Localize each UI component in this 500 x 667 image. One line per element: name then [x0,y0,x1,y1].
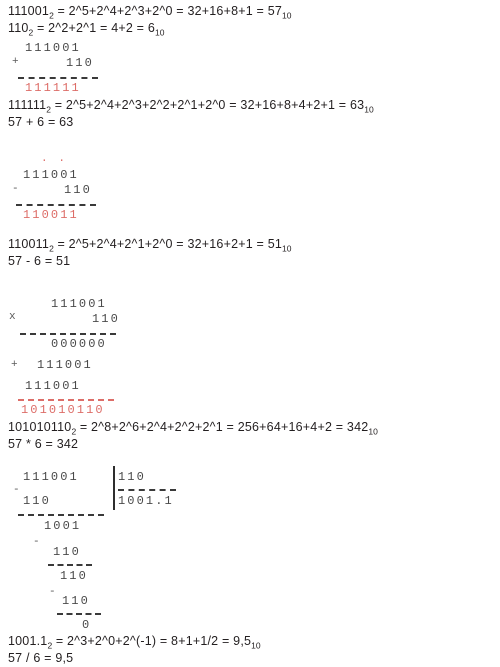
conversion-line-111001: 1110012 = 2^5+2^4+2^3+2^0 = 32+16+8+1 = … [8,4,292,23]
conversion-line-110: 1102 = 2^2+2^1 = 4+2 = 610 [8,21,164,40]
addition-operator: + [12,56,19,68]
division-remainder-1: 1001 [44,519,82,533]
addition-verification-line: 1111112 = 2^5+2^4+2^3+2^2+2^1+2^0 = 32+1… [8,98,374,117]
addition-result-value: 111111 [8,98,47,112]
conversion-2-result-base: 10 [155,27,165,38]
conversion-1-result-base: 10 [282,10,292,21]
addition-operand-2: 110 [66,56,94,70]
division-rule-1 [18,514,104,516]
multiplication-partial-1: 000000 [51,337,107,351]
subtraction-rule [16,204,96,206]
subtraction-result-dec-base: 10 [282,243,292,254]
subtraction-verification-line: 1100112 = 2^5+2^4+2^1+2^0 = 32+16+2+1 = … [8,237,292,256]
division-result-expansion: = 2^3+2^0+2^(-1) = 8+1+1/2 = 9,5 [52,634,252,648]
subtraction-operator: - [12,183,19,195]
addition-operand-1: 111001 [25,41,81,55]
conversion-1-value: 111001 [8,4,50,18]
conversion-1-expansion: = 2^5+2^4+2^3+2^0 = 32+16+8+1 = 57 [53,4,283,18]
addition-result: 111111 [25,81,81,95]
multiplication-partial-3: 111001 [25,379,81,393]
multiplication-result-expansion: = 2^8+2^6+2^4+2^2+2^1 = 256+64+16+4+2 = … [76,420,369,434]
subtraction-result: 110011 [23,208,79,222]
division-minus-3: - [49,586,56,598]
multiplication-rule-2 [18,399,114,401]
subtraction-result-value: 110011 [8,237,50,251]
division-vertical-bar [113,466,115,510]
division-dividend: 111001 [23,470,79,484]
multiplication-plus-operator: + [11,359,18,371]
worksheet-page: 1110012 = 2^5+2^4+2^3+2^0 = 32+16+8+1 = … [0,0,500,667]
division-subtrahend-1: 110 [23,494,51,508]
conversion-2-expansion: = 2^2+2^1 = 4+2 = 6 [33,21,155,35]
division-subtrahend-3: 110 [62,594,90,608]
division-minus-2: - [33,536,40,548]
subtraction-result-expansion: = 2^5+2^4+2^1+2^0 = 32+16+2+1 = 51 [53,237,283,251]
division-minus-1: - [13,484,20,496]
division-check: 57 / 6 = 9,5 [8,651,74,665]
division-verification-line: 1001.12 = 2^3+2^0+2^(-1) = 8+1+1/2 = 9,5… [8,634,261,653]
conversion-2-value: 110 [8,21,29,35]
division-rule-3 [57,613,101,615]
multiplication-check: 57 * 6 = 342 [8,437,79,451]
division-remainder-3: 0 [82,618,92,632]
multiplication-operand-2: 110 [92,312,120,326]
division-result-dec-base: 10 [251,640,261,651]
division-quotient-rule [118,489,176,491]
multiplication-verification-line: 1010101102 = 2^8+2^6+2^4+2^2+2^1 = 256+6… [8,420,378,439]
multiplication-operand-1: 111001 [51,297,107,311]
addition-result-dec-base: 10 [364,104,374,115]
division-quotient: 1001.1 [118,494,174,508]
subtraction-operand-1: 111001 [23,168,79,182]
multiplication-result: 101010110 [21,403,105,417]
division-divisor: 110 [118,470,146,484]
subtraction-check: 57 - 6 = 51 [8,254,71,268]
addition-check: 57 + 6 = 63 [8,115,74,129]
multiplication-result-dec-base: 10 [368,426,378,437]
subtraction-borrow-marks: . . [41,153,68,165]
division-rule-2 [48,564,92,566]
division-result-value: 1001.1 [8,634,48,648]
addition-rule [18,77,98,79]
division-subtrahend-2: 110 [53,545,81,559]
multiplication-result-value: 101010110 [8,420,72,434]
division-remainder-2: 110 [60,569,88,583]
multiplication-operator: x [9,311,16,323]
subtraction-operand-2: 110 [64,183,92,197]
multiplication-partial-2: 111001 [37,358,93,372]
addition-result-expansion: = 2^5+2^4+2^3+2^2+2^1+2^0 = 32+16+8+4+2+… [51,98,365,112]
multiplication-rule-1 [20,333,116,335]
